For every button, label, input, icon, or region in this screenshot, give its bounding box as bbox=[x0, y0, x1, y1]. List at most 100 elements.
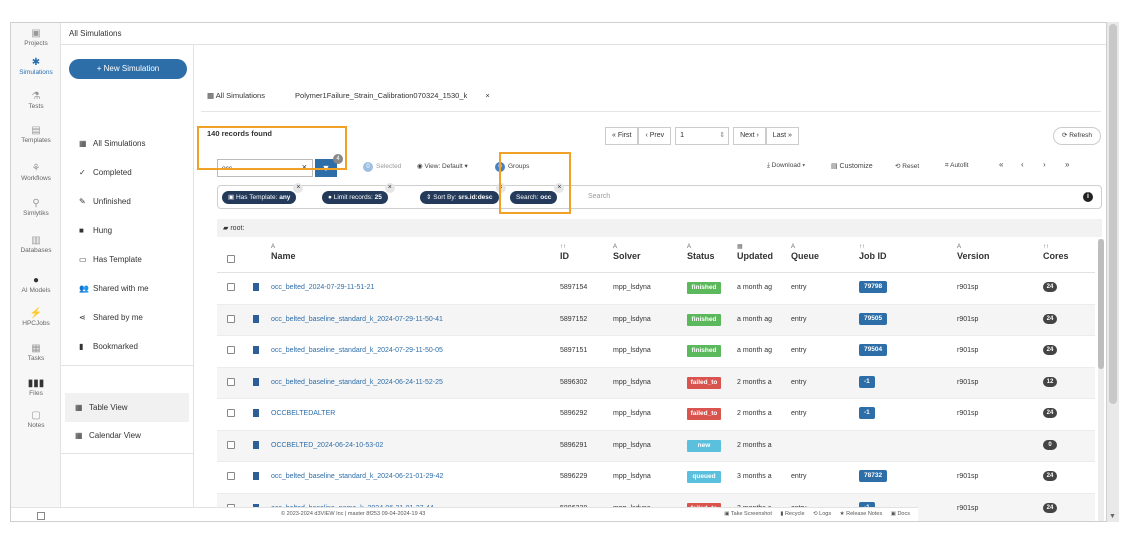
view-dropdown[interactable]: ◉ View: Default ▾ bbox=[417, 162, 468, 170]
selected-count-badge: 0 bbox=[363, 162, 373, 172]
nav-item-unfinished[interactable]: ✎ Unfinished bbox=[61, 187, 193, 216]
nav-item-shared-with-me[interactable]: 👥 Shared with me bbox=[61, 274, 193, 303]
rail-item-ai-models[interactable]: ● AI Models bbox=[11, 275, 61, 294]
nav-item-all-simulations[interactable]: ▦ All Simulations bbox=[61, 129, 193, 158]
scroll-prev-button[interactable]: ‹ bbox=[1021, 160, 1024, 169]
page-number-input[interactable]: 1 ⇕ bbox=[675, 127, 730, 145]
job-id-badge[interactable]: 78732 bbox=[859, 470, 888, 482]
reset-button[interactable]: ⟲ Reset bbox=[895, 162, 919, 170]
customize-button[interactable]: ▤ Customize bbox=[831, 162, 873, 170]
table-row[interactable]: OCCBELTED_2024-06-24-10-53-02 5896291 mpp_… bbox=[217, 430, 1095, 462]
scroll-next-button[interactable]: › bbox=[1043, 160, 1046, 169]
row-checkbox[interactable] bbox=[227, 314, 235, 323]
row-checkbox[interactable] bbox=[227, 283, 235, 291]
table-row[interactable]: occ_belted_2024-07-29-11-51-21 5897154 mpp… bbox=[217, 273, 1095, 305]
tasks-icon: ▦ bbox=[31, 343, 41, 354]
column-header-status[interactable]: A Status bbox=[687, 243, 715, 261]
new-simulation-button[interactable]: + New Simulation bbox=[69, 59, 187, 79]
simulation-name-link[interactable]: OCCBELTED_2024-06-24-10-53-02 bbox=[271, 442, 383, 449]
simulation-name-link[interactable]: occ_belted_baseline_standard_k_2024-07-2… bbox=[271, 347, 443, 354]
simulation-name-link[interactable]: occ_belted_baseline_standard_k_2024-06-2… bbox=[271, 473, 443, 480]
nav-item-completed[interactable]: ✓ Completed bbox=[61, 158, 193, 187]
view-table-view[interactable]: ▦ Table View bbox=[65, 393, 189, 422]
filter-chip-hastemplate[interactable]: ▣ Has Template: any × bbox=[222, 183, 304, 204]
view-calendar-view[interactable]: ▦ Calendar View bbox=[65, 421, 189, 450]
job-id-badge[interactable]: 79505 bbox=[859, 312, 888, 325]
job-id-badge[interactable]: -1 bbox=[859, 375, 875, 388]
job-id-badge[interactable]: 79504 bbox=[859, 344, 888, 356]
rail-item-hpcjobs[interactable]: ⚡ HPCJobs bbox=[11, 308, 61, 327]
nav-item-hung[interactable]: ■ Hung bbox=[61, 216, 193, 245]
row-checkbox-partial[interactable] bbox=[37, 512, 45, 520]
simulation-name-link[interactable]: occ_belted_2024-07-29-11-51-21 bbox=[271, 284, 374, 291]
filter-chip-limitrecords[interactable]: ● Limit records: 25 × bbox=[322, 183, 395, 204]
row-checkbox[interactable] bbox=[227, 440, 235, 449]
tab-all-simulations[interactable]: ▦ All Simulations bbox=[207, 91, 279, 100]
take-screenshot-link[interactable]: ▣ Take Screenshot bbox=[724, 511, 772, 517]
download-dropdown[interactable]: ⤓ Download ▾ bbox=[767, 162, 805, 170]
column-header-queue[interactable]: A Queue bbox=[791, 243, 819, 261]
scroll-last-button[interactable]: » bbox=[1065, 160, 1069, 169]
table-row[interactable]: occ_belted_baseline_standard_k_2024-06-2… bbox=[217, 462, 1095, 494]
table-row[interactable]: occ_belted_baseline_standard_k_2024-06-2… bbox=[217, 367, 1095, 399]
chip-close-icon[interactable]: × bbox=[384, 183, 395, 193]
chip-search-input[interactable]: Search bbox=[588, 193, 610, 200]
tab-current[interactable]: Polymer1Failure_Strain_Calibration070324… bbox=[295, 91, 504, 100]
rail-item-simulations[interactable]: ✱ Simulations bbox=[11, 57, 61, 76]
column-header-cores[interactable]: ↑↑ Cores bbox=[1043, 243, 1069, 261]
page-scrollbar[interactable]: ▼ bbox=[1107, 22, 1119, 522]
refresh-button[interactable]: ⟳ Refresh bbox=[1053, 127, 1101, 145]
prev-page-button[interactable]: ‹ Prev bbox=[638, 127, 672, 145]
column-header-version[interactable]: A Version bbox=[957, 243, 990, 261]
column-header-updated[interactable]: ▦ Updated bbox=[737, 243, 773, 261]
rail-item-tests[interactable]: ⚗ Tests bbox=[11, 91, 61, 110]
simulation-name-link[interactable]: occ_belted_baseline_standard_k_2024-07-2… bbox=[271, 316, 443, 323]
nav-item-shared-by-me[interactable]: ⋖ Shared by me bbox=[61, 303, 193, 332]
column-header-job-id[interactable]: ↑↑ Job ID bbox=[859, 243, 887, 261]
autofit-button[interactable]: ⌗ Autofit bbox=[945, 162, 969, 170]
docs-link[interactable]: ▣ Docs bbox=[891, 511, 910, 517]
table-row[interactable]: occ_belted_baseline_standard_k_2024-07-2… bbox=[217, 336, 1095, 368]
nav-item-has-template[interactable]: ▭ Has Template bbox=[61, 245, 193, 274]
page-scroll-thumb[interactable] bbox=[1109, 24, 1117, 404]
next-page-button[interactable]: Next › bbox=[733, 127, 766, 145]
rail-item-tasks[interactable]: ▦ Tasks bbox=[11, 343, 61, 362]
nav-item-bookmarked[interactable]: ▮ Bookmarked bbox=[61, 332, 193, 361]
job-id-badge[interactable]: 79798 bbox=[859, 281, 888, 293]
simulation-name-link[interactable]: occ_belted_baseline_standard_k_2024-06-2… bbox=[271, 379, 443, 386]
chip-close-icon[interactable]: × bbox=[293, 183, 304, 193]
table-row[interactable]: occ_belted_baseline_standard_k_2024-07-2… bbox=[217, 304, 1095, 336]
scroll-first-button[interactable]: « bbox=[999, 160, 1003, 169]
rail-item-templates[interactable]: ▤ Templates bbox=[11, 125, 61, 144]
column-header-id[interactable]: ↑↑ ID bbox=[560, 243, 569, 261]
table-scrollbar[interactable] bbox=[1098, 239, 1104, 521]
column-header-name[interactable]: A Name bbox=[271, 243, 296, 261]
filter-chip-sortby[interactable]: ⇕ Sort By: srs.id:desc × bbox=[420, 183, 506, 204]
row-checkbox[interactable] bbox=[227, 409, 235, 417]
row-checkbox[interactable] bbox=[227, 472, 235, 480]
table-scroll-thumb[interactable] bbox=[1098, 239, 1104, 369]
job-id-badge[interactable]: -1 bbox=[859, 407, 875, 419]
table-row[interactable]: OCCBELTEDALTER 5896292 mpp_lsdyna failed_to… bbox=[217, 399, 1095, 431]
root-breadcrumb[interactable]: ▰ root: bbox=[217, 219, 1102, 237]
simulation-name-link[interactable]: OCCBELTEDALTER bbox=[271, 410, 335, 417]
row-checkbox[interactable] bbox=[227, 377, 235, 386]
rail-item-projects[interactable]: ▣ Projects bbox=[11, 28, 61, 47]
scroll-down-icon[interactable]: ▼ bbox=[1109, 513, 1116, 520]
rail-item-files[interactable]: ▮▮▮ Files bbox=[11, 378, 61, 397]
rail-item-databases[interactable]: ▥ Databases bbox=[11, 235, 61, 254]
release-notes-link[interactable]: ★ Release Notes bbox=[840, 511, 883, 517]
tab-close-icon[interactable]: × bbox=[485, 91, 489, 100]
column-header-solver[interactable]: A Solver bbox=[613, 243, 641, 261]
rail-item-notes[interactable]: ▢ Notes bbox=[11, 410, 61, 429]
first-page-button[interactable]: « First bbox=[605, 127, 639, 145]
select-all-checkbox[interactable] bbox=[227, 255, 235, 263]
recycle-link[interactable]: ▮ Recycle bbox=[780, 511, 804, 517]
row-checkbox[interactable] bbox=[227, 346, 235, 354]
rail-item-simlytiks[interactable]: ⚲ Simlytiks bbox=[11, 198, 61, 217]
info-icon[interactable]: i bbox=[1083, 192, 1093, 202]
selected-toggle[interactable]: 0 Selected bbox=[363, 162, 401, 172]
rail-item-workflows[interactable]: ⚘ Workflows bbox=[11, 163, 61, 182]
logs-link[interactable]: ⟲ Logs bbox=[813, 511, 831, 517]
last-page-button[interactable]: Last » bbox=[765, 127, 799, 145]
